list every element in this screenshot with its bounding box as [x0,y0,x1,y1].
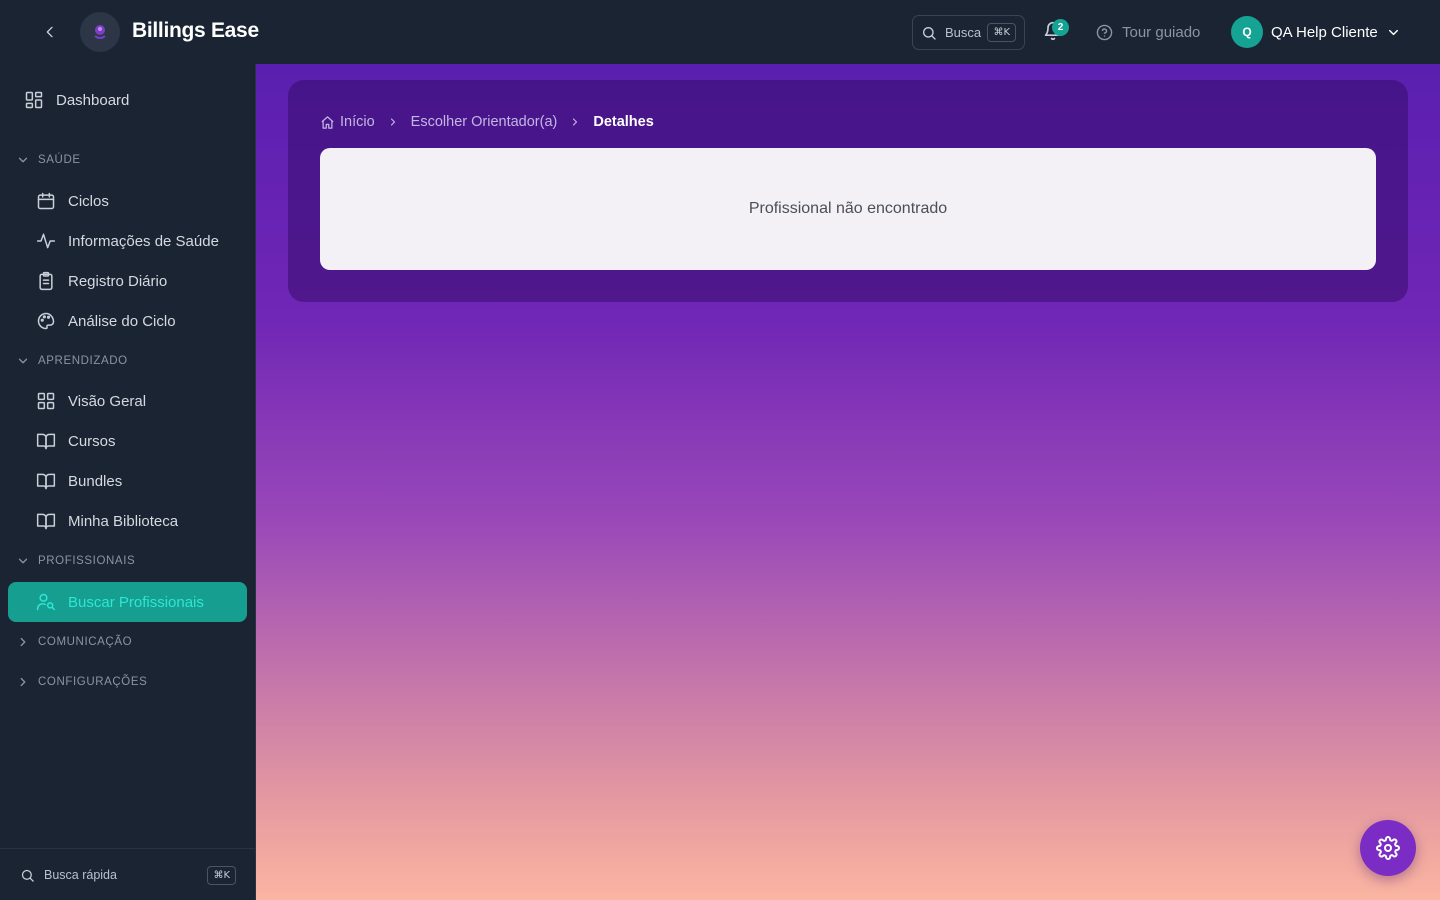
back-button[interactable] [36,18,64,46]
sidebar-item-registro-diario[interactable]: Registro Diário [8,261,247,301]
search-icon [21,869,34,882]
section-label: PROFISSIONAIS [38,555,136,567]
sidebar-item-label: Minha Biblioteca [68,512,179,530]
chevron-down-icon [18,558,28,564]
chevron-down-icon [18,157,28,163]
main-content: Início Escolher Orientador(a) Detalhes P… [256,64,1440,900]
breadcrumb-home-label: Início [340,114,375,130]
sidebar-item-informacoes-saude[interactable]: Informações de Saúde [8,221,247,261]
sidebar-item-ciclos[interactable]: Ciclos [8,181,247,221]
brand-name: Billings Ease [132,19,259,42]
chevron-right-icon [20,637,26,647]
sidebar-item-buscar-profissionais[interactable]: Buscar Profissionais [8,582,247,622]
avatar: Q [1231,16,1263,48]
sidebar-item-label: Registro Diário [68,272,168,290]
section-label: CONFIGURAÇÕES [38,676,148,688]
home-icon [321,115,334,129]
chevron-down-icon [18,358,28,364]
activity-icon [36,233,56,249]
section-profissionais[interactable]: PROFISSIONAIS [16,551,135,571]
breadcrumb-parent[interactable]: Escolher Orientador(a) [411,114,558,130]
not-found-message: Profissional não encontrado [748,200,948,217]
breadcrumb: Início Escolher Orientador(a) Detalhes [320,113,654,131]
user-menu[interactable]: Q QA Help Cliente [1231,16,1401,48]
search-shortcut: ⌘K [987,23,1016,42]
chevron-right-icon [573,118,578,126]
user-search-icon [36,593,56,611]
sidebar-item-label: Ciclos [68,192,109,210]
chevron-down-icon [1388,29,1398,35]
sidebar: Dashboard SAÚDE Ciclos Informações de Sa… [0,64,256,900]
sidebar-item-cursos[interactable]: Cursos [8,421,247,461]
sidebar-item-label: Cursos [68,432,116,450]
top-bar: Billings Ease Busca ⌘K 2 Tour guiado Q Q… [0,0,1440,64]
sidebar-item-label: Visão Geral [68,392,147,410]
sidebar-item-label: Dashboard [56,91,130,109]
user-name: QA Help Cliente [1271,23,1378,41]
quick-search-label: Busca rápida [44,868,117,882]
search-button[interactable]: Busca ⌘K [912,15,1025,50]
sidebar-item-analise-ciclo[interactable]: Análise do Ciclo [8,301,247,341]
book-open-icon [36,433,56,450]
sidebar-item-label: Buscar Profissionais [68,593,204,611]
tour-label: Tour guiado [1122,23,1201,41]
sidebar-item-label: Bundles [68,472,123,490]
quick-search-button[interactable]: Busca rápida ⌘K [20,864,236,886]
breadcrumb-home[interactable]: Início [320,114,375,130]
help-circle-icon [1096,24,1113,40]
logo-icon [88,20,112,44]
section-comunicacao[interactable]: COMUNICAÇÃO [16,632,132,652]
section-saude[interactable]: SAÚDE [16,150,81,170]
grid-icon [25,91,43,109]
chevron-left-icon [46,26,53,38]
chevron-right-icon [20,677,26,687]
sidebar-item-bundles[interactable]: Bundles [8,461,247,501]
app-logo[interactable] [80,12,120,52]
sidebar-item-label: Informações de Saúde [68,232,219,250]
sidebar-footer: Busca rápida ⌘K [0,848,255,900]
sidebar-item-dashboard[interactable]: Dashboard [8,80,247,120]
breadcrumb-current: Detalhes [593,114,654,130]
palette-icon [37,312,55,330]
empty-state-card: Profissional não encontrado [320,148,1376,270]
settings-fab-button[interactable] [1360,820,1416,876]
section-label: COMUNICAÇÃO [38,636,133,648]
calendar-icon [37,192,55,210]
gear-icon [1376,836,1400,860]
sidebar-item-minha-biblioteca[interactable]: Minha Biblioteca [8,501,247,541]
clipboard-icon [39,271,53,291]
quick-search-shortcut: ⌘K [207,865,236,885]
chevron-right-icon [390,118,395,126]
search-icon [923,26,936,40]
book-open-icon [36,473,56,490]
section-aprendizado[interactable]: APRENDIZADO [16,351,128,371]
sidebar-item-visao-geral[interactable]: Visão Geral [8,381,247,421]
section-label: SAÚDE [38,154,81,166]
guided-tour-button[interactable]: Tour guiado [1096,22,1200,42]
notification-badge: 2 [1052,19,1069,36]
sidebar-item-label: Análise do Ciclo [68,312,176,330]
book-open-icon [36,513,56,530]
grid-icon [37,392,55,410]
content-panel: Início Escolher Orientador(a) Detalhes P… [288,80,1408,302]
search-label: Busca [945,25,982,40]
section-label: APRENDIZADO [38,355,128,367]
section-configuracoes[interactable]: CONFIGURAÇÕES [16,672,147,692]
